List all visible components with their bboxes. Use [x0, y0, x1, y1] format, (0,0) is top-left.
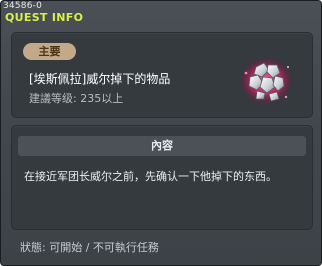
quest-level-requirement: 建議等级: 235以上 — [29, 92, 124, 105]
quest-name: [埃斯佩拉]威尔掉下的物品 — [29, 72, 171, 86]
quest-type-badge: 主要 — [23, 43, 76, 60]
quest-info-window: 34586-0 QUEST INFO 主要 [埃斯佩拉]威尔掉下的物品 建議等级… — [0, 0, 322, 266]
content-header: 內容 — [18, 136, 306, 156]
quest-summary-panel: 主要 [埃斯佩拉]威尔掉下的物品 建議等级: 235以上 — [11, 32, 313, 118]
quest-status: 狀態: 可開始 / 不可執行任務 — [20, 241, 159, 254]
quest-content-panel: 內容 在接近军团长威尔之前，先确认一下他掉下的东西。 — [11, 125, 313, 230]
silver-crystal-cluster-icon[interactable] — [238, 53, 294, 105]
window-title: QUEST INFO — [5, 11, 84, 24]
content-description: 在接近军团长威尔之前，先确认一下他掉下的东西。 — [24, 170, 277, 183]
quest-id-tag: 34586-0 — [3, 1, 43, 11]
